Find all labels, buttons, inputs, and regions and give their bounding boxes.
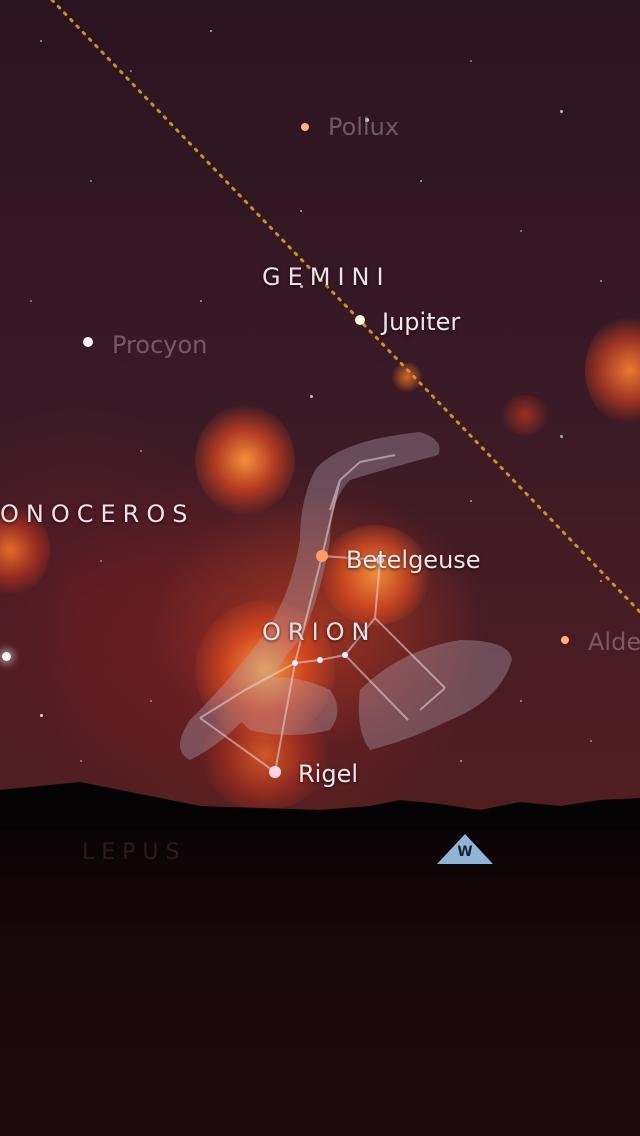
- star-belt-3: [342, 652, 348, 658]
- constellation-label-gemini[interactable]: GEMINI: [262, 263, 391, 291]
- star-label-betelgeuse[interactable]: Betelgeuse: [346, 546, 481, 574]
- star-label-procyon[interactable]: Procyon: [112, 331, 207, 359]
- star-procyon-dot: [83, 337, 93, 347]
- constellation-label-lepus: LEPUS: [82, 840, 187, 865]
- star-jupiter-dot: [355, 315, 365, 325]
- star-aldebaran-dot: [561, 636, 569, 644]
- constellation-label-monoceros[interactable]: ONOCEROS: [0, 500, 194, 528]
- star-label-aldebaran[interactable]: Alde: [588, 628, 640, 656]
- orion-figure: [180, 432, 512, 760]
- star-label-jupiter[interactable]: Jupiter: [382, 308, 460, 336]
- ground: LEPUS: [0, 830, 640, 1136]
- star-belt-2: [317, 657, 323, 663]
- star-pollux-dot: [301, 123, 309, 131]
- star-betelgeuse-dot: [316, 550, 328, 562]
- constellation-label-orion[interactable]: ORION: [262, 618, 377, 646]
- compass-direction-label: W: [457, 844, 473, 860]
- star-label-pollux[interactable]: Pollux: [328, 113, 399, 141]
- star-belt-1: [292, 660, 298, 666]
- compass-west-marker[interactable]: W: [435, 832, 495, 866]
